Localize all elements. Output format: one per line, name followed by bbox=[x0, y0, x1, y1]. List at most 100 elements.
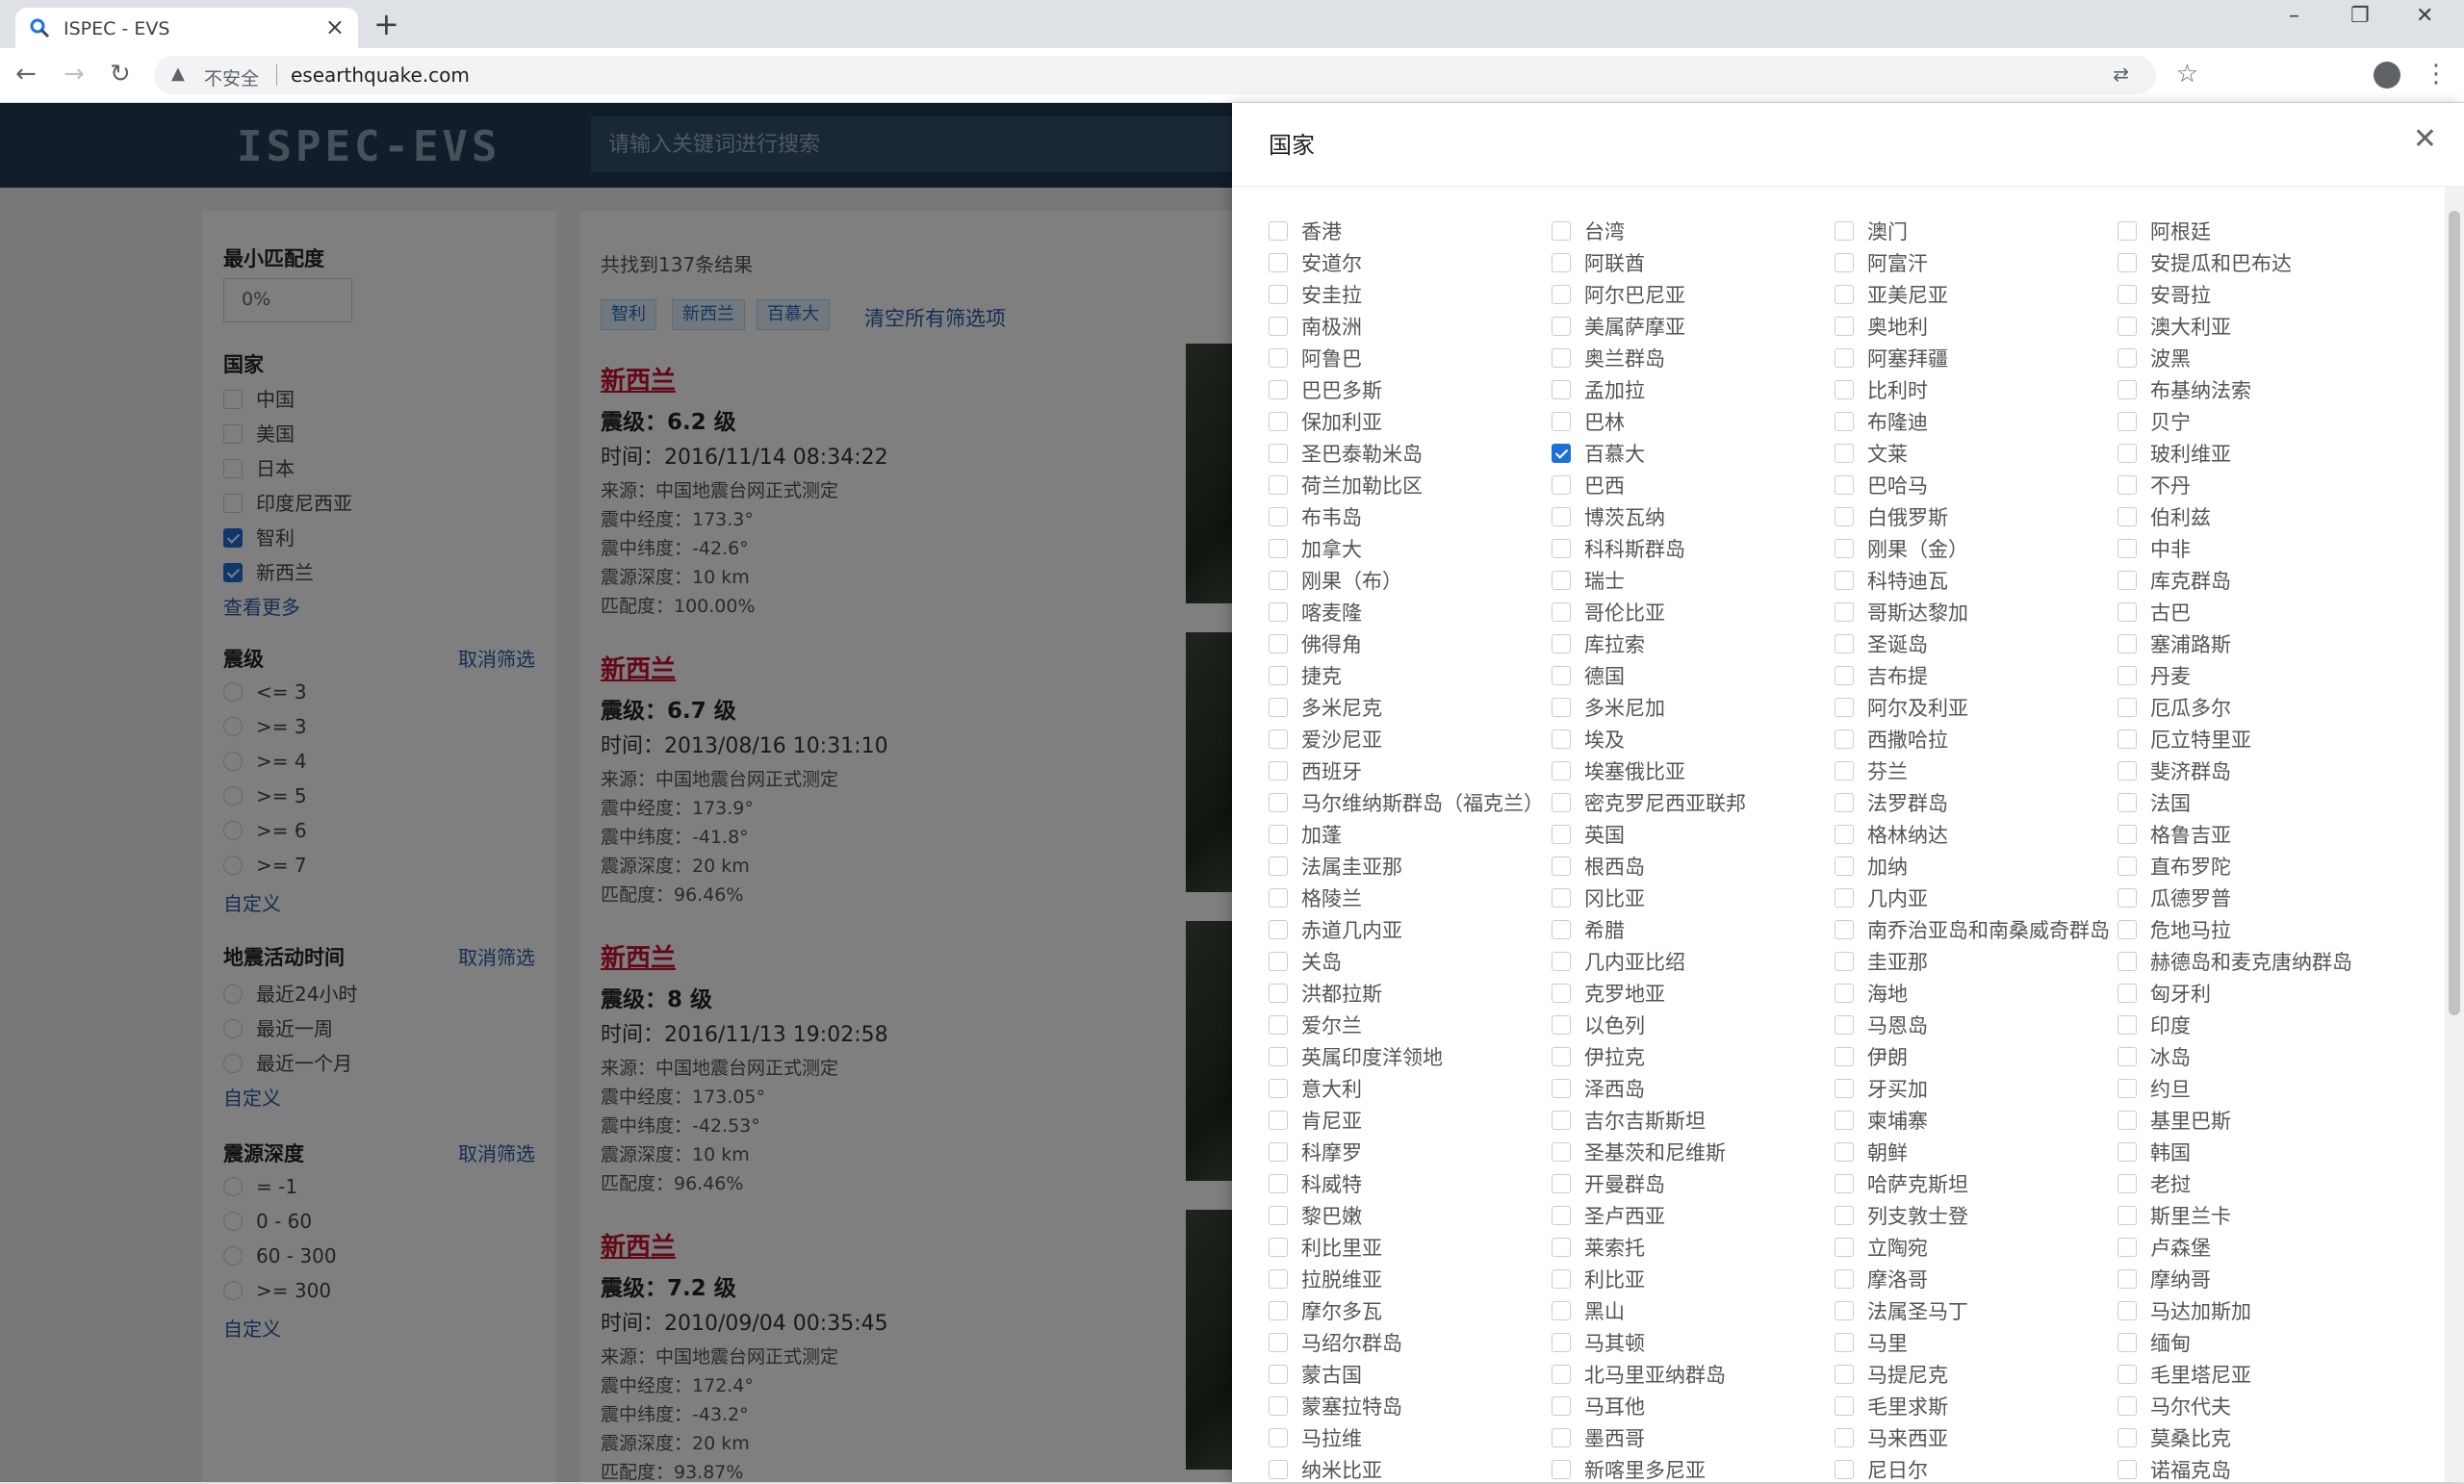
country-option[interactable]: 多米尼克 bbox=[1269, 693, 1382, 722]
checkbox[interactable] bbox=[1835, 1079, 1854, 1098]
checkbox[interactable] bbox=[2118, 380, 2137, 399]
checkbox[interactable] bbox=[1835, 888, 1854, 908]
country-option[interactable]: 以色列 bbox=[1552, 1011, 1645, 1039]
country-option[interactable]: 伯利兹 bbox=[2118, 502, 2211, 531]
checkbox[interactable] bbox=[1835, 698, 1854, 717]
country-option[interactable]: 密克罗尼西亚联邦 bbox=[1552, 788, 1746, 817]
country-option[interactable]: 阿尔巴尼亚 bbox=[1552, 280, 1685, 309]
country-option[interactable]: 古巴 bbox=[2118, 598, 2191, 627]
country-option[interactable]: 伊朗 bbox=[1835, 1042, 1908, 1071]
country-option[interactable]: 马绍尔群岛 bbox=[1269, 1328, 1402, 1357]
country-option[interactable]: 马里 bbox=[1835, 1328, 1908, 1357]
country-option[interactable]: 哥伦比亚 bbox=[1552, 598, 1665, 627]
country-option[interactable]: 白俄罗斯 bbox=[1835, 502, 1948, 531]
checkbox[interactable] bbox=[1269, 253, 1288, 272]
close-window-icon[interactable]: ✕ bbox=[2416, 4, 2433, 28]
checkbox[interactable] bbox=[2118, 920, 2137, 939]
checkbox[interactable] bbox=[2118, 793, 2137, 812]
country-option[interactable]: 毛里求斯 bbox=[1835, 1392, 1948, 1420]
country-option[interactable]: 阿尔及利亚 bbox=[1835, 693, 1968, 722]
country-option[interactable]: 黎巴嫩 bbox=[1269, 1201, 1362, 1230]
country-option[interactable]: 安提瓜和巴布达 bbox=[2118, 248, 2292, 277]
checkbox[interactable] bbox=[1552, 952, 1571, 971]
country-option[interactable]: 开曼群岛 bbox=[1552, 1169, 1665, 1198]
country-option[interactable]: 瓜德罗普 bbox=[2118, 883, 2231, 912]
country-option[interactable]: 哈萨克斯坦 bbox=[1835, 1169, 1968, 1198]
checkbox[interactable] bbox=[1552, 1396, 1571, 1416]
country-option[interactable]: 圣诞岛 bbox=[1835, 629, 1928, 658]
country-option[interactable]: 博茨瓦纳 bbox=[1552, 502, 1665, 531]
country-option[interactable]: 法属圭亚那 bbox=[1269, 852, 1402, 881]
checkbox[interactable] bbox=[2118, 317, 2137, 336]
checkbox[interactable] bbox=[1552, 412, 1571, 431]
country-option[interactable]: 爱沙尼亚 bbox=[1269, 725, 1382, 754]
checkbox[interactable] bbox=[1552, 825, 1571, 844]
country-option[interactable]: 安道尔 bbox=[1269, 248, 1362, 277]
checkbox[interactable] bbox=[1552, 317, 1571, 336]
checkbox[interactable] bbox=[1269, 888, 1288, 908]
checkbox[interactable] bbox=[1835, 571, 1854, 590]
country-option[interactable]: 肯尼亚 bbox=[1269, 1106, 1362, 1135]
country-option[interactable]: 西撒哈拉 bbox=[1835, 725, 1948, 754]
checkbox[interactable] bbox=[1269, 1015, 1288, 1035]
country-option[interactable]: 百慕大 bbox=[1552, 439, 1645, 468]
checkbox[interactable] bbox=[2118, 1396, 2137, 1416]
checkbox[interactable] bbox=[1269, 602, 1288, 622]
country-option[interactable]: 哥斯达黎加 bbox=[1835, 598, 1968, 627]
checkbox[interactable] bbox=[1552, 380, 1571, 399]
checkbox[interactable] bbox=[2118, 571, 2137, 590]
country-option[interactable]: 阿联酋 bbox=[1552, 248, 1645, 277]
country-option[interactable]: 意大利 bbox=[1269, 1074, 1362, 1103]
checkbox[interactable] bbox=[1552, 1238, 1571, 1257]
country-option[interactable]: 加纳 bbox=[1835, 852, 1908, 881]
checkbox[interactable] bbox=[2118, 221, 2137, 241]
country-option[interactable]: 拉脱维亚 bbox=[1269, 1265, 1382, 1293]
country-option[interactable]: 刚果（金） bbox=[1835, 534, 1968, 563]
checkbox[interactable] bbox=[1552, 793, 1571, 812]
checkbox[interactable] bbox=[1269, 952, 1288, 971]
checkbox[interactable] bbox=[1269, 825, 1288, 844]
checkbox[interactable] bbox=[1835, 221, 1854, 241]
checkbox[interactable] bbox=[1552, 1333, 1571, 1352]
country-option[interactable]: 英国 bbox=[1552, 820, 1625, 849]
country-option[interactable]: 泽西岛 bbox=[1552, 1074, 1645, 1103]
checkbox[interactable] bbox=[1269, 666, 1288, 685]
checkbox[interactable] bbox=[1552, 888, 1571, 908]
country-option[interactable]: 文莱 bbox=[1835, 439, 1908, 468]
country-option[interactable]: 芬兰 bbox=[1835, 756, 1908, 785]
checkbox[interactable] bbox=[1552, 571, 1571, 590]
country-option[interactable]: 黑山 bbox=[1552, 1296, 1625, 1325]
checkbox[interactable] bbox=[1552, 1079, 1571, 1098]
country-option[interactable]: 巴西 bbox=[1552, 471, 1625, 499]
checkbox[interactable] bbox=[1269, 348, 1288, 368]
checkbox[interactable] bbox=[1269, 1142, 1288, 1162]
checkbox[interactable] bbox=[1835, 984, 1854, 1003]
country-option[interactable]: 缅甸 bbox=[2118, 1328, 2191, 1357]
menu-kebab-icon[interactable]: ⋮ bbox=[2424, 60, 2449, 89]
checkbox[interactable] bbox=[1552, 1206, 1571, 1225]
minimize-icon[interactable]: – bbox=[2289, 4, 2299, 28]
checkbox[interactable] bbox=[1269, 285, 1288, 304]
checkbox[interactable] bbox=[1269, 412, 1288, 431]
bookmark-star-icon[interactable]: ☆ bbox=[2176, 60, 2198, 89]
back-icon[interactable]: ← bbox=[15, 60, 37, 89]
checkbox[interactable] bbox=[1835, 1428, 1854, 1447]
checkbox[interactable] bbox=[2118, 888, 2137, 908]
country-option[interactable]: 安哥拉 bbox=[2118, 280, 2211, 309]
checkbox[interactable] bbox=[2118, 412, 2137, 431]
checkbox[interactable] bbox=[1552, 1111, 1571, 1130]
checkbox[interactable] bbox=[1835, 761, 1854, 780]
checkbox[interactable] bbox=[1269, 221, 1288, 241]
country-option[interactable]: 尼日尔 bbox=[1835, 1455, 1928, 1484]
country-option[interactable]: 巴巴多斯 bbox=[1269, 375, 1382, 404]
country-option[interactable]: 佛得角 bbox=[1269, 629, 1362, 658]
country-option[interactable]: 巴林 bbox=[1552, 407, 1625, 436]
checkbox[interactable] bbox=[1552, 602, 1571, 622]
country-option[interactable]: 立陶宛 bbox=[1835, 1233, 1928, 1262]
country-option[interactable]: 马拉维 bbox=[1269, 1423, 1362, 1452]
country-option[interactable]: 布隆迪 bbox=[1835, 407, 1928, 436]
drawer-scrollbar[interactable] bbox=[2445, 186, 2464, 1482]
checkbox[interactable] bbox=[2118, 1428, 2137, 1447]
checkbox[interactable] bbox=[2118, 1365, 2137, 1384]
checkbox[interactable] bbox=[2118, 539, 2137, 558]
